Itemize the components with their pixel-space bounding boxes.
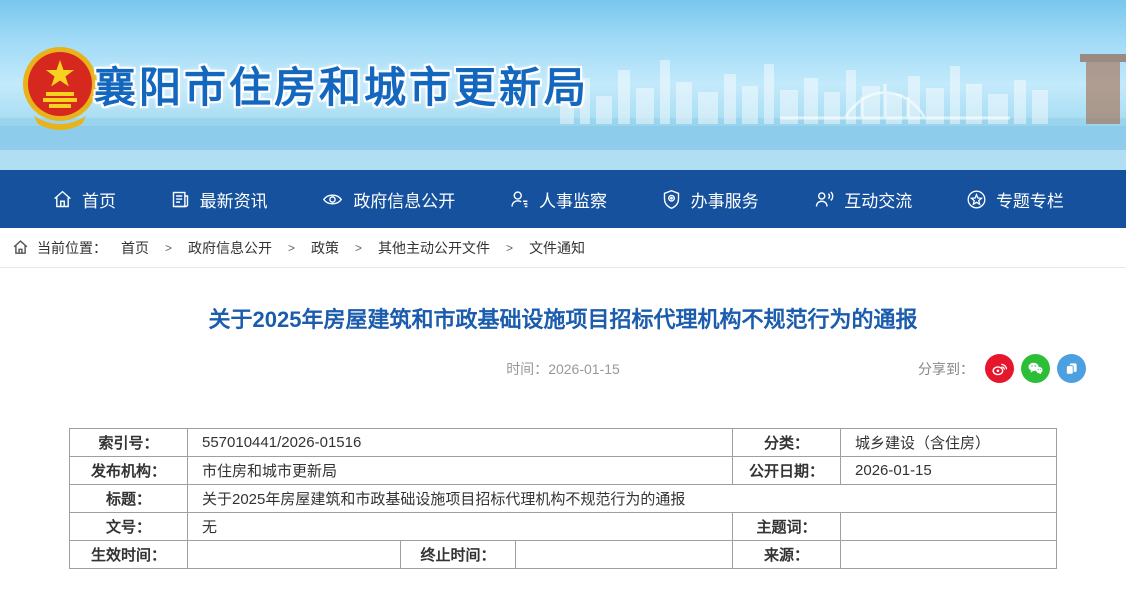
share-copy-button[interactable] <box>1057 354 1086 383</box>
page-title: 关于2025年房屋建筑和市政基础设施项目招标代理机构不规范行为的通报 <box>60 302 1066 334</box>
effective-time-label: 生效时间： <box>69 541 187 569</box>
breadcrumb-item-gov-info[interactable]: 政府信息公开 <box>188 238 272 258</box>
person-icon <box>509 189 530 210</box>
table-row-agency-pubdate: 发布机构： 市住房和城市更新局 公开日期： 2026-01-15 <box>69 457 1056 485</box>
nav-label: 人事监察 <box>539 187 607 212</box>
table-row-title: 标题： 关于2025年房屋建筑和市政基础设施项目招标代理机构不规范行为的通报 <box>69 485 1056 513</box>
nav-label: 最新资讯 <box>200 187 268 212</box>
breadcrumb-item-home[interactable]: 首页 <box>121 238 149 258</box>
nav-label: 政府信息公开 <box>353 187 455 212</box>
index-number-label: 索引号： <box>69 429 187 457</box>
nav-item-gov-info[interactable]: 政府信息公开 <box>321 187 455 212</box>
home-icon <box>52 189 73 210</box>
wechat-icon <box>1026 359 1045 378</box>
category-value: 城乡建设（含住房） <box>841 429 1057 457</box>
nav-item-special-topics[interactable]: 专题专栏 <box>966 187 1064 212</box>
category-label: 分类： <box>733 429 841 457</box>
table-row-effective-expiry-source: 生效时间： 终止时间： 来源： <box>69 541 1056 569</box>
share-wechat-button[interactable] <box>1021 354 1050 383</box>
doc-title-label: 标题： <box>69 485 187 513</box>
publish-agency-label: 发布机构： <box>69 457 187 485</box>
share-label: 分享到： <box>918 359 974 379</box>
document-info-table: 索引号： 557010441/2026-01516 分类： 城乡建设（含住房） … <box>69 428 1057 569</box>
doc-title-value: 关于2025年房屋建筑和市政基础设施项目招标代理机构不规范行为的通报 <box>187 485 1056 513</box>
nav-label: 互动交流 <box>844 187 912 212</box>
nav-label: 首页 <box>82 187 116 212</box>
breadcrumb-home-icon <box>12 239 29 256</box>
publish-date-value: 2026-01-15 <box>841 457 1057 485</box>
national-emblem-icon <box>20 40 100 134</box>
breadcrumb-separator: > <box>165 241 172 255</box>
weibo-icon <box>990 359 1009 378</box>
shield-icon <box>661 189 682 210</box>
doc-number-label: 文号： <box>69 513 187 541</box>
star-icon <box>966 189 987 210</box>
effective-time-value <box>187 541 400 569</box>
publish-time-label: 时间： <box>506 361 548 377</box>
main-nav: 首页 最新资讯 政府信息公开 人事监察 办事服务 互动交流 专题专栏 <box>0 170 1126 228</box>
nav-item-services[interactable]: 办事服务 <box>661 187 759 212</box>
expiry-time-label: 终止时间： <box>400 541 515 569</box>
article-area: 关于2025年房屋建筑和市政基础设施项目招标代理机构不规范行为的通报 时间：20… <box>0 302 1126 569</box>
eye-icon <box>321 189 344 210</box>
breadcrumb-separator: > <box>355 241 362 255</box>
nav-label: 办事服务 <box>691 187 759 212</box>
breadcrumb-label: 当前位置： <box>37 238 107 258</box>
breadcrumb-separator: > <box>506 241 513 255</box>
source-value <box>841 541 1057 569</box>
chat-icon <box>812 189 835 210</box>
publish-date-label: 公开日期： <box>733 457 841 485</box>
share-bar: 分享到： <box>918 354 1086 383</box>
news-icon <box>170 189 191 210</box>
site-banner: 襄阳市住房和城市更新局 <box>0 0 1126 170</box>
nav-item-home[interactable]: 首页 <box>52 187 116 212</box>
copy-icon <box>1063 360 1080 377</box>
nav-label: 专题专栏 <box>996 187 1064 212</box>
breadcrumb-separator: > <box>288 241 295 255</box>
publish-time-value: 2026-01-15 <box>548 361 620 377</box>
breadcrumb-item-document-notice[interactable]: 文件通知 <box>529 238 585 258</box>
index-number-value: 557010441/2026-01516 <box>187 429 732 457</box>
nav-item-interaction[interactable]: 互动交流 <box>812 187 912 212</box>
table-row-index-category: 索引号： 557010441/2026-01516 分类： 城乡建设（含住房） <box>69 429 1056 457</box>
keywords-label: 主题词： <box>733 513 841 541</box>
publish-agency-value: 市住房和城市更新局 <box>187 457 732 485</box>
expiry-time-value <box>515 541 732 569</box>
site-title: 襄阳市住房和城市更新局 <box>94 54 589 115</box>
nav-item-personnel[interactable]: 人事监察 <box>509 187 607 212</box>
breadcrumb-item-other-public-docs[interactable]: 其他主动公开文件 <box>378 238 490 258</box>
breadcrumb: 当前位置： 首页 > 政府信息公开 > 政策 > 其他主动公开文件 > 文件通知 <box>0 228 1126 268</box>
article-meta-row: 时间：2026-01-15 分享到： <box>0 352 1126 386</box>
nav-item-news[interactable]: 最新资讯 <box>170 187 268 212</box>
table-row-docnum-keywords: 文号： 无 主题词： <box>69 513 1056 541</box>
keywords-value <box>841 513 1057 541</box>
doc-number-value: 无 <box>187 513 732 541</box>
breadcrumb-item-policy[interactable]: 政策 <box>311 238 339 258</box>
source-label: 来源： <box>733 541 841 569</box>
share-weibo-button[interactable] <box>985 354 1014 383</box>
